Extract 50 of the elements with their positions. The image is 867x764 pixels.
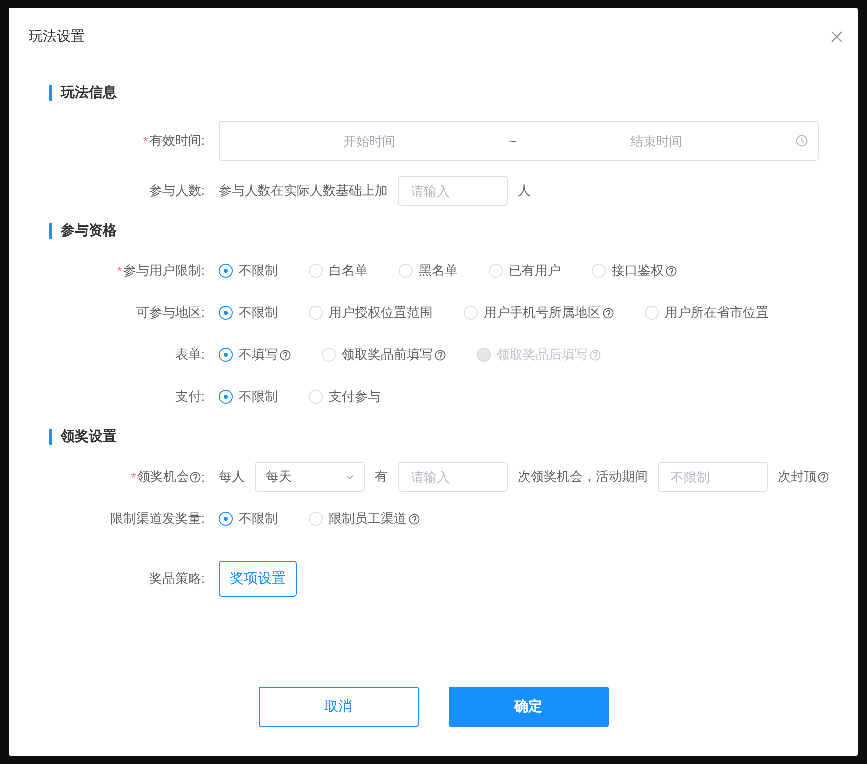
date-range-field[interactable]: 开始时间 ~ 结束时间 <box>219 121 819 161</box>
field-label: *参与用户限制: <box>117 262 205 280</box>
radio-option[interactable]: 领取奖品前填写 <box>322 346 446 364</box>
radio-option[interactable]: 接口鉴权 <box>592 262 677 280</box>
start-date-field[interactable]: 开始时间 <box>230 132 510 150</box>
section-marker <box>49 85 52 101</box>
prize-settings-button[interactable]: 奖项设置 <box>219 561 297 597</box>
input-field[interactable]: 请输入 <box>398 176 508 206</box>
radio-option[interactable]: 已有用户 <box>489 262 561 280</box>
section-marker <box>49 223 52 239</box>
radio-option[interactable]: 不填写 <box>219 346 291 364</box>
field-label: *领奖机会 : <box>131 468 205 486</box>
field-label: *有效时间: <box>143 132 205 150</box>
form-text: 每人 <box>219 468 245 486</box>
section-title: 玩法信息 <box>61 84 117 102</box>
form-text: 次封顶 <box>778 468 829 486</box>
section-title: 领奖设置 <box>61 428 117 446</box>
form-text: 次领奖机会，活动期间 <box>518 468 648 486</box>
radio-option[interactable]: 限制员工渠道 <box>309 510 420 528</box>
form-text: 人 <box>518 182 531 200</box>
section-marker <box>49 429 52 445</box>
radio-option[interactable]: 用户手机号所属地区 <box>464 304 614 322</box>
cancel-button[interactable]: 取消 <box>258 687 418 727</box>
form-text: 参与人数在实际人数基础上加 <box>219 182 388 200</box>
radio-option[interactable]: 不限制 <box>219 262 278 280</box>
confirm-button[interactable]: 确定 <box>448 687 608 727</box>
field-label: 可参与地区: <box>136 304 205 322</box>
radio-option[interactable]: 用户所在省市位置 <box>645 304 769 322</box>
dialog-title: 玩法设置 <box>29 28 85 46</box>
radio-option[interactable]: 不限制 <box>219 304 278 322</box>
radio-option[interactable]: 不限制 <box>219 510 278 528</box>
clock-icon <box>796 135 808 147</box>
input-field[interactable]: 不限制 <box>658 462 768 492</box>
chevron-down-icon <box>346 474 354 480</box>
field-label: 奖品策略: <box>149 570 205 588</box>
radio-option[interactable]: 用户授权位置范围 <box>309 304 433 322</box>
field-label: 参与人数: <box>149 182 205 200</box>
form-text: 有 <box>375 468 388 486</box>
select-field[interactable]: 每天 <box>255 462 365 492</box>
input-field[interactable]: 请输入 <box>398 462 508 492</box>
radio-option[interactable]: 支付参与 <box>309 388 381 406</box>
section-title: 参与资格 <box>61 222 117 240</box>
radio-option[interactable]: 不限制 <box>219 388 278 406</box>
field-label: 支付: <box>175 388 205 406</box>
field-label: 表单: <box>175 346 205 364</box>
end-date-field[interactable]: 结束时间 <box>516 132 796 150</box>
radio-option[interactable]: 白名单 <box>309 262 368 280</box>
radio-option[interactable]: 黑名单 <box>399 262 458 280</box>
close-icon[interactable] <box>830 30 844 44</box>
field-label: 限制渠道发奖量: <box>110 510 205 528</box>
